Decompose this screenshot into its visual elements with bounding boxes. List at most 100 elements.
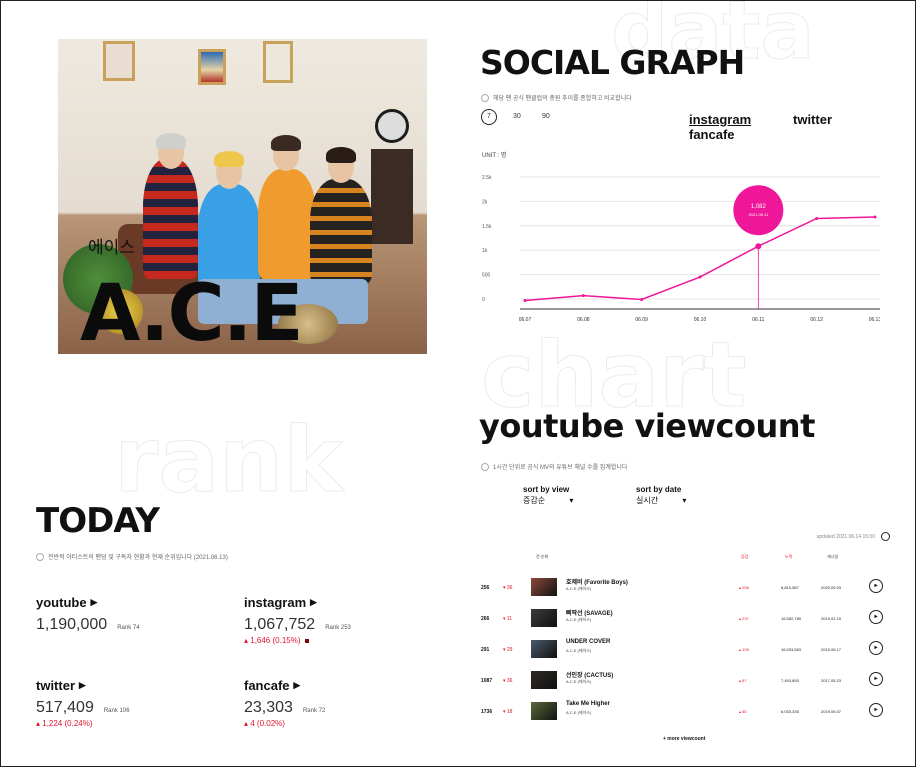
page-frame: rank chart data 에이스 A.C.E SOCIAL GRAPH 해…	[0, 0, 916, 767]
updated-text: updated 2021.06.14 15:00	[816, 533, 875, 540]
stat-fancafe[interactable]: fancafe ▸ 23,303 Rank 72 ▴ 4 (0.02%)	[244, 677, 325, 728]
youtube-row[interactable]: 1087 ▾ 36 선인장 (CACTUS) A.C.E (에이스) ▴ 87 7,493…	[481, 668, 891, 696]
youtube-note: 1시간 단위로 공식 MV의 유튜브 채널 수를 집계합니다	[481, 462, 627, 471]
stat-twitter-change: ▴ 1,224 (0.24%)	[36, 719, 93, 728]
song-title[interactable]: 삐딱선 (SAVAGE)	[566, 608, 613, 617]
chevron-right-icon: ▸	[293, 677, 301, 692]
caret-down-icon: ▾	[682, 496, 687, 505]
video-thumbnail[interactable]	[531, 640, 557, 658]
play-icon[interactable]: ▸	[869, 579, 883, 593]
song-title[interactable]: Take Me Higher	[566, 701, 610, 707]
y-tick-label: 1k	[482, 248, 488, 254]
stat-fancafe-value: 23,303	[244, 699, 293, 716]
member-4	[310, 179, 372, 284]
tab-twitter[interactable]: twitter	[793, 112, 832, 127]
member-1	[143, 159, 198, 279]
data-point	[698, 275, 702, 279]
video-thumbnail[interactable]	[531, 671, 557, 689]
period-90-button[interactable]: 90	[542, 113, 550, 120]
play-icon[interactable]: ▸	[869, 641, 883, 655]
sort-by-date-dropdown[interactable]: sort by date 실시간 ▾	[636, 485, 686, 506]
x-tick-label: 06.07	[519, 317, 532, 323]
play-icon[interactable]: ▸	[869, 672, 883, 686]
stat-youtube[interactable]: youtube ▸ 1,190,000 Rank 74	[36, 594, 140, 634]
bg-word-rank: rank	[113, 408, 344, 513]
view-increase: ▴ 87	[739, 678, 747, 683]
view-total: 7,493,893	[781, 678, 799, 683]
header-date: 게시일	[827, 554, 839, 559]
updated-timestamp: updated 2021.06.14 15:00	[817, 532, 890, 541]
x-tick-label: 06.08	[577, 317, 590, 323]
stat-twitter-label: twitter	[36, 677, 75, 693]
stat-instagram-label: instagram	[244, 594, 307, 610]
row-rank: 1087	[481, 678, 493, 684]
member-4-hair	[326, 147, 356, 163]
sort-by-view-value: 증감순	[523, 496, 546, 505]
video-thumbnail[interactable]	[531, 578, 557, 596]
stat-fancafe-change: ▴ 4 (0.02%)	[244, 719, 285, 728]
youtube-note-text: 1시간 단위로 공식 MV의 유튜브 채널 수를 집계합니다	[493, 465, 628, 471]
y-tick-label: 0	[482, 297, 485, 303]
chevron-right-icon: ▸	[310, 594, 317, 609]
play-icon[interactable]: ▸	[869, 703, 883, 717]
more-viewcount-link[interactable]: + more viewcount	[663, 736, 705, 742]
y-axis-unit: UNIT : 명	[482, 151, 506, 159]
row-rank-delta: ▾ 36	[503, 678, 513, 684]
song-title[interactable]: 호제비 (Favorite Boys)	[566, 577, 628, 586]
upload-date: 2019.06.17	[821, 647, 842, 652]
period-7-button[interactable]: 7	[481, 109, 497, 125]
data-point	[581, 294, 585, 298]
today-title: TODAY	[36, 501, 160, 541]
member-1-hair	[156, 133, 186, 149]
song-artist: A.C.E (에이스)	[566, 648, 592, 653]
upload-date: 2019.06.07	[821, 709, 842, 714]
x-tick-label: 06.12	[810, 317, 823, 323]
y-tick-label: 500	[482, 273, 491, 279]
refresh-icon[interactable]	[881, 532, 890, 541]
stat-twitter[interactable]: twitter ▸ 517,409 Rank 106 ▴ 1,224 (0.24%)	[36, 677, 130, 728]
song-artist: A.C.E (에이스)	[566, 586, 592, 591]
header-increase: 증감	[741, 554, 749, 559]
upload-date: 2017.05.23	[821, 678, 842, 683]
stat-youtube-value: 1,190,000	[36, 616, 108, 633]
sort-by-view-label: sort by view	[523, 485, 570, 494]
info-icon	[36, 552, 44, 561]
series-line	[524, 216, 876, 302]
tab-instagram[interactable]: instagram	[689, 112, 751, 127]
youtube-row[interactable]: 256 ▾ 36 호제비 (Favorite Boys) A.C.E (에이스) ▴ 2…	[481, 575, 891, 603]
row-rank: 256	[481, 585, 490, 591]
sort-by-view-dropdown[interactable]: sort by view 증감순 ▾	[523, 485, 573, 506]
row-rank: 1736	[481, 709, 493, 715]
artist-korean-name: 에이스	[88, 238, 135, 258]
stat-instagram[interactable]: instagram ▸ 1,067,752 Rank 253 ▴ 1,646 (0.…	[244, 594, 351, 645]
song-artist: A.C.E (에이스)	[566, 617, 592, 622]
row-rank-delta: ▾ 29	[503, 647, 513, 653]
view-total: 16,093,563	[781, 647, 802, 652]
video-thumbnail[interactable]	[531, 609, 557, 627]
lamp	[375, 109, 409, 143]
song-title[interactable]: 선인장 (CACTUS)	[566, 670, 613, 679]
artist-name: A.C.E	[80, 269, 304, 354]
x-tick-label: 06.10	[694, 317, 707, 323]
y-tick-label: 2.5k	[482, 175, 492, 181]
youtube-row[interactable]: 1736 ▾ 18 Take Me Higher A.C.E (에이스) ▴ 65 6,0…	[481, 699, 891, 727]
youtube-row[interactable]: 266 ▾ 11 삐딱선 (SAVAGE) A.C.E (에이스) ▴ 237 16,58…	[481, 606, 891, 634]
member-2-hair	[214, 151, 244, 167]
social-graph-title: SOCIAL GRAPH	[480, 43, 745, 82]
trend-marker-icon	[304, 639, 309, 643]
youtube-row[interactable]: 291 ▾ 29 UNDER COVER A.C.E (에이스) ▴ 195 16,093…	[481, 637, 891, 665]
wall-frame-poster	[198, 49, 226, 85]
song-artist: A.C.E (에이스)	[566, 710, 592, 715]
social-graph-chart: UNIT : 명 0 500 1k 1.5k 2k 2.5k 06.07 06.08 06.09 0…	[482, 151, 880, 323]
member-3-hair	[271, 135, 301, 151]
tab-fancafe[interactable]: fancafe	[689, 127, 735, 142]
period-30-button[interactable]: 30	[513, 113, 521, 120]
play-icon[interactable]: ▸	[869, 610, 883, 624]
song-title[interactable]: UNDER COVER	[566, 639, 610, 645]
caret-down-icon: ▾	[569, 496, 574, 505]
video-thumbnail[interactable]	[531, 702, 557, 720]
row-rank: 266	[481, 616, 490, 622]
data-point	[873, 215, 877, 219]
wall-frame-right	[263, 41, 293, 83]
stat-instagram-rank: Rank 253	[325, 625, 351, 631]
